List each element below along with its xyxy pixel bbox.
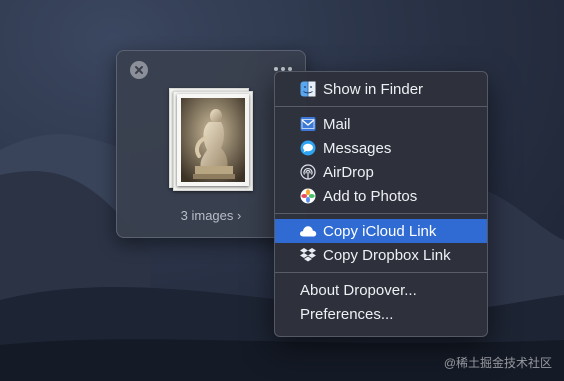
sculpture-thumbnail (181, 98, 245, 182)
watermark-text: @稀土掘金技术社区 (443, 356, 552, 370)
menu-item-add-to-photos[interactable]: Add to Photos (275, 184, 487, 208)
menu-item-label: AirDrop (323, 163, 374, 181)
menu-item-copy-icloud-link[interactable]: Copy iCloud Link (275, 219, 487, 243)
menu-separator (275, 213, 487, 214)
menu-item-label: Mail (323, 115, 351, 133)
menu-item-label: Add to Photos (323, 187, 418, 205)
menu-item-label: Show in Finder (323, 80, 424, 98)
image-stack[interactable] (167, 86, 257, 198)
icloud-icon (299, 222, 317, 240)
images-count-label: 3 images (180, 208, 234, 223)
photos-icon (299, 187, 317, 205)
menu-separator (275, 106, 487, 107)
airdrop-icon (299, 163, 317, 181)
stacked-image-front (177, 94, 249, 186)
chevron-right-icon: › (237, 208, 242, 223)
menu-item-label: Copy iCloud Link (323, 222, 437, 240)
menu-item-mail[interactable]: Mail (275, 112, 487, 136)
menu-separator (275, 272, 487, 273)
menu-item-about-dropover[interactable]: About Dropover... (275, 278, 487, 302)
close-icon (135, 66, 143, 74)
mail-icon (299, 115, 317, 133)
finder-icon (299, 80, 317, 98)
messages-icon (299, 139, 317, 157)
share-context-menu: Show in Finder Mail Messages AirDrop Add… (274, 71, 488, 337)
menu-item-label: Copy Dropbox Link (323, 246, 451, 264)
menu-item-copy-dropbox-link[interactable]: Copy Dropbox Link (275, 243, 487, 267)
menu-item-messages[interactable]: Messages (275, 136, 487, 160)
menu-item-label: Messages (323, 139, 392, 157)
menu-item-show-in-finder[interactable]: Show in Finder (275, 77, 487, 101)
menu-item-label: About Dropover... (300, 281, 417, 299)
dropbox-icon (299, 246, 317, 264)
menu-item-preferences[interactable]: Preferences... (275, 302, 487, 326)
menu-item-airdrop[interactable]: AirDrop (275, 160, 487, 184)
close-button[interactable] (130, 61, 148, 79)
menu-item-label: Preferences... (300, 305, 394, 323)
